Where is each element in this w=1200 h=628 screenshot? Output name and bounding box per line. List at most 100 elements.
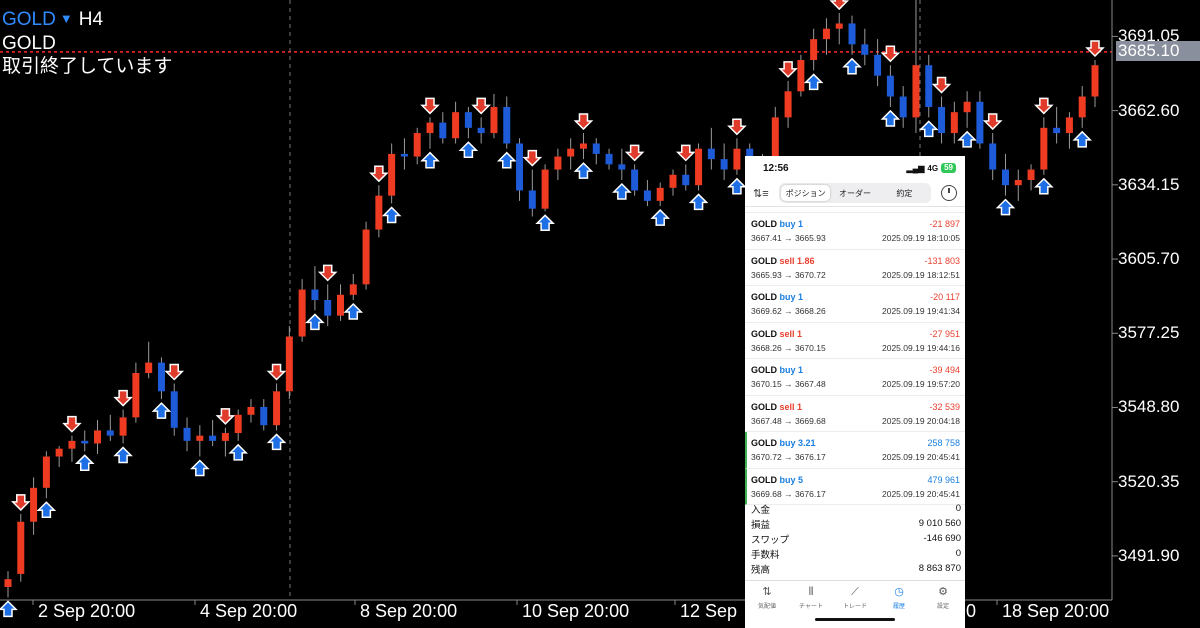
nav-item-chart[interactable]: ⫴ チャート [789, 581, 833, 615]
buy-arrow-icon [458, 141, 479, 159]
trade-symbol: GOLD [751, 365, 777, 375]
sell-arrow-icon [880, 45, 901, 63]
trade-symbol: GOLD [751, 255, 777, 266]
summary-label: 入金 [751, 504, 771, 516]
clock-icon[interactable] [941, 185, 957, 201]
price-label: 3605.70 [1118, 249, 1180, 269]
tab-orders[interactable]: オーダー [830, 185, 879, 201]
trade-time: 2025.09.19 20:45:41 [882, 452, 960, 462]
trade-row[interactable]: GOLD buy 5 479 961 3669.68 → 3676.17 2025.… [745, 468, 965, 505]
trade-prices: 3669.62 → 3668.26 [751, 306, 826, 316]
summary-row: 残高 8 863 870 [745, 561, 965, 576]
price-chart[interactable] [0, 0, 1200, 628]
candle-body [4, 579, 12, 587]
candle-body [707, 148, 715, 160]
candle-body [42, 456, 50, 488]
history-tabs: ⇅≡ ポジション オーダー 約定 [745, 180, 965, 207]
buy-arrow-icon [573, 162, 594, 179]
candle-body [1091, 65, 1099, 97]
trade-type: sell 1.86 [779, 255, 815, 266]
trade-row[interactable]: GOLD buy 1 -20 117 3669.62 → 3668.26 2025.… [745, 286, 965, 323]
buy-arrow-icon [381, 206, 402, 224]
symbol-selector[interactable]: GOLD [2, 9, 56, 30]
candle-body [157, 362, 165, 392]
candle-body [771, 117, 779, 160]
candle-body [196, 435, 204, 441]
candle-body [579, 143, 587, 149]
nav-label: 気配値 [757, 603, 776, 610]
trade-type: sell 1 [779, 328, 803, 339]
sell-arrow-icon [1034, 97, 1054, 115]
sell-arrow-icon [675, 144, 696, 162]
history-icon: ◷ [894, 585, 904, 598]
summary-label: 残高 [751, 564, 771, 576]
nav-item-trade[interactable]: ⟋ トレード [833, 581, 877, 615]
candle-body [234, 414, 242, 434]
timeframe-label[interactable]: H4 [79, 9, 103, 30]
tab-deals[interactable]: 約定 [880, 185, 929, 201]
symbol-caret-icon[interactable]: ▼ [60, 11, 73, 26]
candle-body [170, 391, 178, 428]
mobile-history-overlay: 12:56 ▂▄▆ 4G 59 ⇅≡ ポジション オーダー 約定 GOLD buy … [745, 156, 965, 628]
bottom-nav: ⇅ 気配値 ⫴ チャート ⟋ トレード ◷ 履歴 ⚙ 設定 [745, 580, 965, 615]
sell-arrow-icon [829, 0, 850, 11]
candle-body [835, 23, 843, 29]
trade-row[interactable]: GOLD sell 1 -32 539 3667.48 → 3669.68 2025… [745, 396, 965, 432]
candle-body [554, 156, 562, 170]
buy-arrow-icon [228, 443, 248, 461]
nav-label: トレード [842, 603, 867, 610]
candle-body [720, 159, 728, 170]
trade-time: 2025.09.19 19:44:16 [882, 342, 960, 353]
candle-body [68, 440, 76, 449]
candle-body [886, 75, 894, 97]
candle-body [541, 169, 549, 209]
trade-profit: -131 803 [924, 255, 960, 266]
candle-body [94, 430, 102, 444]
candle-body [643, 190, 651, 201]
trade-row[interactable]: GOLD buy 1 -39 494 3670.15 → 3667.48 2025.… [745, 359, 965, 396]
trade-row[interactable]: GOLD buy 1 -21 897 3667.41 → 3665.93 2025.… [745, 213, 965, 250]
sell-arrow-icon [727, 118, 747, 136]
buy-arrow-icon [1034, 177, 1054, 195]
candle-body [1078, 96, 1086, 118]
candle-body [1001, 169, 1009, 186]
nav-item-settings[interactable]: ⚙ 設定 [921, 581, 965, 615]
candle-body [989, 143, 997, 170]
buy-arrow-icon [0, 600, 18, 618]
candle-body [695, 148, 703, 186]
candle-body [618, 164, 626, 170]
trade-profit: 258 758 [927, 438, 960, 448]
candle-body [1065, 117, 1073, 134]
nav-item-history[interactable]: ◷ 履歴 [877, 581, 921, 615]
signal-icon: ▂▄▆ [906, 163, 925, 173]
trade-row[interactable]: GOLD sell 1.86 -131 803 3665.93 → 3670.72… [745, 250, 965, 286]
chart-icon: ⫴ [808, 585, 814, 598]
trade-time: 2025.09.19 20:04:18 [882, 415, 960, 426]
candle-body [464, 112, 472, 128]
candle-body [963, 101, 971, 113]
candle-body [797, 60, 805, 92]
buy-arrow-icon [420, 151, 440, 169]
candle-body [656, 187, 664, 201]
buy-arrow-icon [113, 446, 133, 464]
nav-item-quotes[interactable]: ⇅ 気配値 [745, 581, 789, 615]
sort-icon[interactable]: ⇅≡ [753, 187, 773, 200]
candle-body [567, 148, 575, 157]
buy-arrow-icon [74, 454, 95, 472]
trade-prices: 3670.72 → 3676.17 [751, 452, 826, 462]
trade-row[interactable]: GOLD sell 1 -27 951 3668.26 → 3670.15 2025… [745, 323, 965, 359]
nav-label: 設定 [936, 603, 949, 610]
trade-profit: -20 117 [930, 292, 960, 302]
buy-arrow-icon [727, 177, 747, 195]
buy-arrow-icon [957, 130, 977, 148]
candle-body [260, 406, 268, 426]
candle-body [503, 106, 511, 144]
candle-body [605, 153, 613, 165]
sell-arrow-icon [931, 76, 952, 94]
price-label: 3634.15 [1118, 174, 1180, 194]
trade-profit: -32 539 [929, 401, 960, 412]
candle-body [822, 28, 830, 40]
tab-positions[interactable]: ポジション [781, 185, 831, 201]
trade-row[interactable]: GOLD buy 3.21 258 758 3670.72 → 3676.17 20… [745, 432, 965, 469]
buy-arrow-icon [612, 182, 632, 200]
